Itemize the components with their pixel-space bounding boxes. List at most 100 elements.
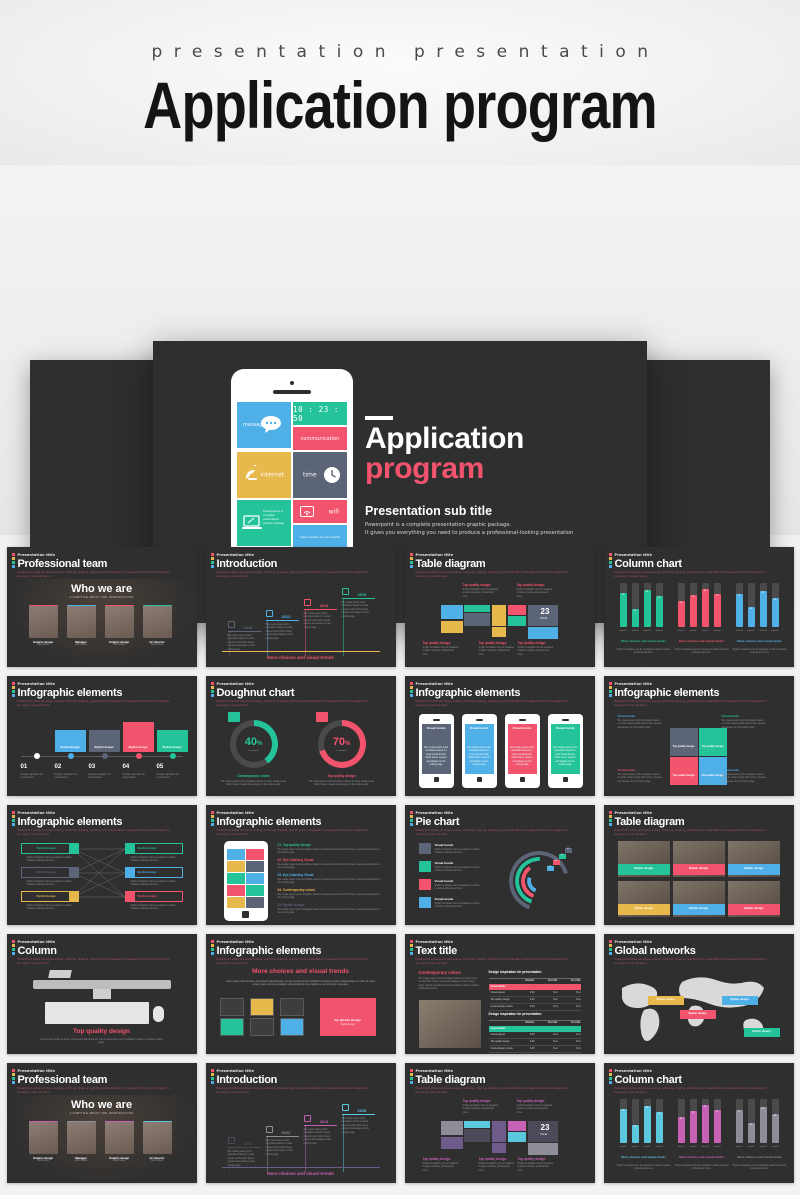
slide-thumbnail[interactable]: Presentation title Table diagram Powerpoin… — [404, 1063, 595, 1183]
thumbnail-body: Who we are A SUBTITLE ABOUT THE INTRODUCT… — [6, 1095, 197, 1183]
diagram-tile[interactable] — [463, 613, 490, 626]
column-value: 83 — [645, 591, 649, 593]
flow-end-card[interactable] — [319, 998, 376, 1036]
flow-block[interactable] — [279, 998, 304, 1016]
slide-thumbnail[interactable]: Presentation title Global networks Powerpo… — [603, 934, 794, 1054]
accent-dots — [608, 553, 612, 569]
quad-cell[interactable] — [669, 757, 698, 785]
table-callout: Top quality design — [462, 583, 491, 587]
thumbnail-body: 78 value01 42 value02 83 value03 70 value04 More… — [604, 1095, 794, 1183]
slide-thumbnail[interactable]: Presentation title Infographic elements Po… — [404, 676, 595, 796]
diagram-tile[interactable] — [527, 627, 558, 639]
diagram-tile[interactable] — [440, 621, 463, 633]
quad-corner-label: Visual trends — [721, 768, 740, 772]
thumbnail-body: Top quality design Lorem ipsum dolor sit … — [7, 966, 197, 1054]
diagram-tile[interactable] — [507, 605, 526, 615]
column-label: value04 — [771, 630, 779, 632]
diagram-tile[interactable] — [491, 627, 506, 637]
team-photo — [66, 1121, 96, 1154]
slide-thumbnail[interactable]: Presentation title Column chart Powerpoint… — [603, 547, 794, 667]
team-member-name: John Daniel — [74, 644, 88, 646]
column-bar — [655, 596, 663, 627]
tile-communication[interactable]: communication — [293, 427, 347, 450]
thumbnail-title: Professional team — [17, 558, 108, 570]
diagram-tile[interactable] — [463, 605, 490, 612]
diagram-tile[interactable] — [527, 1143, 558, 1155]
flow-block[interactable] — [279, 1018, 304, 1036]
phone-card-text: We create power point templates based on… — [467, 746, 491, 767]
quad-cell[interactable] — [669, 728, 698, 756]
diagram-tile[interactable] — [440, 1121, 463, 1135]
slide-thumbnail[interactable]: Presentation title Table diagram Powerpoin… — [404, 547, 595, 667]
thumbnail-description: Powerpoint slides are stylus analog, out… — [216, 700, 369, 707]
pie-value-badge: 65 — [564, 848, 572, 853]
flow-block[interactable] — [219, 998, 244, 1016]
slide-thumbnail[interactable]: Presentation title Infographic elements Po… — [603, 676, 794, 796]
slide-thumbnail[interactable]: Presentation title Table diagram Powerpoin… — [603, 805, 794, 925]
quad-cell-label: Top quality design — [672, 745, 695, 748]
flow-block[interactable] — [219, 1018, 244, 1036]
quad-cell[interactable] — [698, 728, 727, 756]
diagram-tile[interactable] — [440, 605, 463, 619]
flow-block[interactable] — [249, 1018, 274, 1036]
diagram-tile[interactable] — [507, 616, 526, 626]
column-label: value04 — [655, 1146, 663, 1148]
diagram-tile[interactable] — [463, 1121, 490, 1128]
slide-thumbnail[interactable]: Presentation title Doughnut chart Powerpoi… — [205, 676, 396, 796]
slide-thumbnail[interactable]: Presentation title Introduction Powerpoint… — [205, 1063, 396, 1183]
slide-thumbnail[interactable]: Presentation title Column chart Powerpoint… — [603, 1063, 794, 1183]
team-headline: Who we are — [70, 583, 133, 595]
tile-wifi[interactable]: wifi — [293, 500, 347, 523]
table-callout-body: Stylish templates can be tweaked to add … — [462, 1104, 498, 1114]
thumbnail-kicker: Presentation title — [415, 940, 453, 944]
tile-time[interactable]: time — [293, 452, 347, 498]
slide-thumbnail[interactable]: Presentation title Column Powerpoint slide… — [6, 934, 197, 1054]
mini-tile — [245, 861, 264, 872]
mini-tile — [226, 873, 245, 884]
diagram-tile[interactable] — [440, 1137, 463, 1149]
column-label: value04 — [771, 1146, 779, 1148]
diagram-tile[interactable] — [491, 605, 506, 626]
accent-dots — [210, 553, 214, 569]
column-value: 42 — [633, 610, 637, 612]
slide-thumbnail[interactable]: Presentation title Text title Powerpoint s… — [404, 934, 595, 1054]
diagram-tile[interactable] — [491, 1143, 506, 1153]
column-value: 72 — [691, 1112, 695, 1114]
flow-block[interactable] — [249, 998, 274, 1016]
phonelist-item-body: We create power point templates based on… — [277, 893, 381, 900]
column-bar — [713, 594, 721, 627]
thumbnail-body: 2010 We create power point templates base… — [206, 579, 396, 667]
accent-dots — [210, 940, 214, 956]
diagram-tile[interactable] — [491, 1121, 506, 1142]
diagram-tile[interactable] — [463, 1129, 490, 1142]
phonelist-item-title: 03. Eye-Catching Visual — [277, 873, 314, 877]
thumbnail-description: Powerpoint slides are stylus analog, out… — [17, 958, 170, 965]
slide-thumbnail[interactable]: Presentation title Infographic elements Po… — [6, 676, 197, 796]
slide-thumbnail-grid: Presentation title Professional team Power… — [0, 535, 800, 1195]
quad-corner-body: We create power point templates based on… — [617, 773, 662, 783]
slide-thumbnail[interactable]: Presentation title Introduction Powerpoint… — [205, 547, 396, 667]
tile-clock-digits[interactable]: 10 : 23 : 50 — [293, 402, 347, 425]
phone-card-text: We create power point templates based on… — [510, 746, 534, 767]
table-cell: Visual trends — [490, 1027, 506, 1030]
thumbnail-body: Top quality design Stylish templates can … — [405, 1095, 595, 1183]
slide-thumbnail[interactable]: Presentation title Pie chart Powerpoint sl… — [404, 805, 595, 925]
tile-internet[interactable]: internet — [237, 452, 291, 498]
step-dot — [101, 753, 108, 759]
quad-corner-body: We create power point templates based on… — [721, 773, 766, 783]
mini-tile — [226, 849, 245, 860]
slide-thumbnail[interactable]: Presentation title Professional team Power… — [6, 1063, 197, 1183]
column-value: 74 — [737, 1111, 741, 1113]
diagram-tile[interactable] — [507, 1121, 526, 1131]
network-node-icon — [124, 892, 135, 901]
network-node-body: Stylish templates can be tweaked to add … — [130, 856, 176, 863]
thumbnail-body: More choices and visual trends Lorem ipsu… — [206, 966, 396, 1054]
slide-thumbnail[interactable]: Presentation title Infographic elements Po… — [6, 805, 197, 925]
slide-thumbnail[interactable]: Presentation title Professional team Power… — [6, 547, 197, 667]
slide-thumbnail[interactable]: Presentation title Infographic elements Po… — [205, 805, 396, 925]
thumbnail-description: Powerpoint slides are stylus analog, out… — [216, 958, 369, 965]
slide-thumbnail[interactable]: Presentation title Infographic elements Po… — [205, 934, 396, 1054]
pie-legend-label: Visual trends — [434, 843, 454, 847]
tile-message[interactable]: message — [237, 402, 291, 448]
diagram-tile[interactable] — [507, 1132, 526, 1142]
